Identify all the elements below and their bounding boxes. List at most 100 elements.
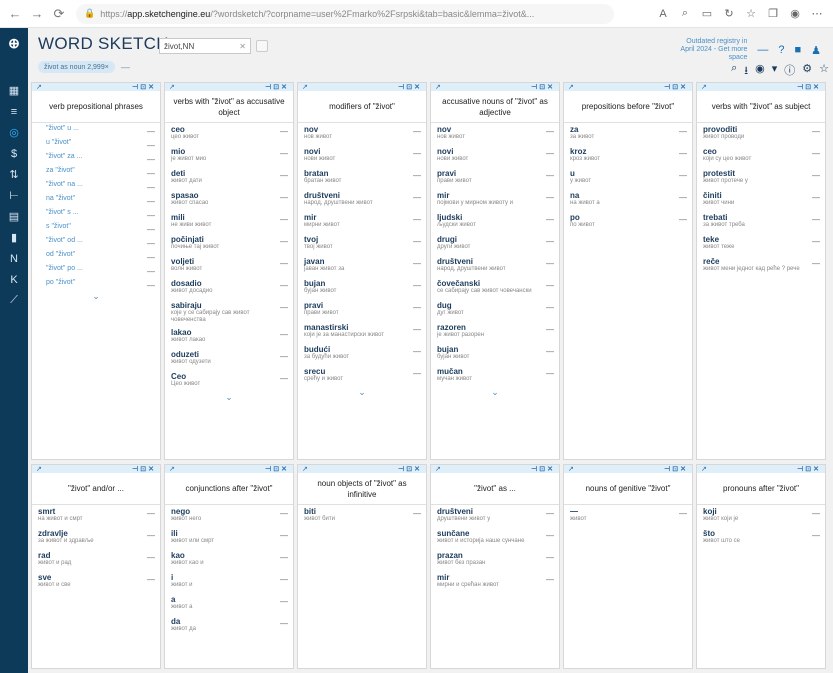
column-header[interactable]: "život" and/or ... <box>32 473 160 505</box>
collocation-row[interactable]: od "život" — <box>32 249 160 263</box>
bars-icon[interactable]: ▮ <box>0 227 28 248</box>
collocation-row[interactable]: razoren је живот разорен — <box>431 321 559 343</box>
collocate-word[interactable]: mir <box>437 191 545 200</box>
row-menu-icon[interactable]: — <box>679 509 687 518</box>
column-controls-icon[interactable]: ⊣⊡✕ <box>132 465 156 473</box>
collocate-word[interactable]: pravi <box>437 169 545 178</box>
collocate-word[interactable]: protestit <box>703 169 811 178</box>
collocation-row[interactable]: ili живот или смрт — <box>165 527 293 549</box>
row-menu-icon[interactable]: — <box>812 509 820 518</box>
collocate-word[interactable]: spasao <box>171 191 279 200</box>
row-menu-icon[interactable]: — <box>280 575 288 584</box>
column-controls-icon[interactable]: ⊣⊡✕ <box>664 83 688 91</box>
collocate-word[interactable]: ceo <box>171 125 279 134</box>
collocation-row[interactable]: mučan мучан живот — <box>431 365 559 387</box>
row-menu-icon[interactable]: — <box>280 171 288 180</box>
sort-icon[interactable]: ↗ <box>36 83 42 91</box>
row-menu-icon[interactable]: — <box>280 330 288 339</box>
collocation-row[interactable]: budući за будући живот — <box>298 343 426 365</box>
row-menu-icon[interactable]: — <box>280 303 288 312</box>
row-menu-icon[interactable]: — <box>280 597 288 606</box>
collections-icon[interactable]: ❐ <box>763 3 783 25</box>
collocate-word[interactable]: ljudski <box>437 213 545 222</box>
more-icon[interactable]: ⋯ <box>807 3 827 25</box>
collocate-word[interactable]: "život" na ... <box>46 181 146 188</box>
lemma-chip[interactable]: život as noun 2,999× <box>38 61 115 73</box>
row-menu-icon[interactable]: — <box>812 149 820 158</box>
row-menu-icon[interactable]: — <box>280 193 288 202</box>
collocation-row[interactable]: pravi прави живот — <box>431 167 559 189</box>
collocation-row[interactable]: drugi други живот — <box>431 233 559 255</box>
view-icon[interactable]: ◉ <box>755 62 765 81</box>
collocation-row[interactable]: oduzeti живот одузети — <box>165 348 293 370</box>
collocate-word[interactable]: lakao <box>171 328 279 337</box>
collocate-word[interactable]: na "život" <box>46 195 146 202</box>
row-menu-icon[interactable]: — <box>280 237 288 246</box>
collocate-word[interactable]: koji <box>703 507 811 516</box>
collocate-word[interactable]: sunčane <box>437 529 545 538</box>
collocate-word[interactable]: voljeti <box>171 257 279 266</box>
zoom-icon[interactable]: ⌕ <box>675 3 695 25</box>
show-more-icon[interactable]: ⌄ <box>165 392 293 406</box>
row-menu-icon[interactable]: — <box>546 259 554 268</box>
row-menu-icon[interactable]: — <box>679 215 687 224</box>
collocate-word[interactable]: "život" od ... <box>46 237 146 244</box>
collocation-row[interactable]: uу живот — <box>564 167 692 189</box>
collocate-word[interactable]: "život" po ... <box>46 265 146 272</box>
column-header[interactable]: verbs with "život" as subject <box>697 91 825 123</box>
row-menu-icon[interactable]: — <box>812 193 820 202</box>
collocate-word[interactable]: zdravlje <box>38 529 146 538</box>
collocate-word[interactable]: "život" za ... <box>46 153 146 160</box>
search-input[interactable]: život,NN ✕ <box>159 38 251 54</box>
collocate-word[interactable]: mio <box>171 147 279 156</box>
row-menu-icon[interactable]: — <box>280 259 288 268</box>
collocation-row[interactable]: trebati за живот треба — <box>697 211 825 233</box>
collocation-row[interactable]: ceo цео живот — <box>165 123 293 145</box>
collocation-row[interactable]: nego живот него — <box>165 505 293 527</box>
column-controls-icon[interactable]: ⊣⊡✕ <box>664 465 688 473</box>
collocate-word[interactable]: od "život" <box>46 251 146 258</box>
chart-icon[interactable]: ⟋ <box>0 290 28 311</box>
collocate-word[interactable]: društveni <box>437 257 545 266</box>
collocation-row[interactable]: nov нов живот — <box>431 123 559 145</box>
compare-icon[interactable]: ⊢ <box>0 185 28 206</box>
collocation-row[interactable]: i живот и — <box>165 571 293 593</box>
collocation-row[interactable]: u "život" — <box>32 137 160 151</box>
sort-icon[interactable]: ↗ <box>568 465 574 473</box>
collocation-row[interactable]: provoditi живот проводи — <box>697 123 825 145</box>
collocate-word[interactable]: na <box>570 191 678 200</box>
collocation-row[interactable]: prazan живот без празан — <box>431 549 559 571</box>
row-menu-icon[interactable]: — <box>413 259 421 268</box>
help-icon[interactable]: ? <box>778 44 784 56</box>
collocation-row[interactable]: biti живот бити — <box>298 505 426 527</box>
sort-icon[interactable]: ↗ <box>435 465 441 473</box>
row-menu-icon[interactable]: — <box>147 225 155 234</box>
collocate-word[interactable]: bujan <box>304 279 412 288</box>
row-menu-icon[interactable]: — <box>280 374 288 383</box>
collocate-word[interactable]: čovečanski <box>437 279 545 288</box>
row-menu-icon[interactable]: — <box>280 215 288 224</box>
row-menu-icon[interactable]: — <box>147 253 155 262</box>
collocate-word[interactable]: sabiraju <box>171 301 279 310</box>
collocate-word[interactable]: mučan <box>437 367 545 376</box>
row-menu-icon[interactable]: — <box>546 127 554 136</box>
row-menu-icon[interactable]: — <box>147 169 155 178</box>
column-header[interactable]: "život" as ... <box>431 473 559 505</box>
row-menu-icon[interactable]: — <box>413 171 421 180</box>
collocation-row[interactable]: mili не живи живот — <box>165 211 293 233</box>
collocate-word[interactable]: bujan <box>437 345 545 354</box>
row-menu-icon[interactable]: — <box>546 369 554 378</box>
column-controls-icon[interactable]: ⊣⊡✕ <box>797 465 821 473</box>
row-menu-icon[interactable]: — <box>546 215 554 224</box>
collocation-row[interactable]: mir мирни и срећан живот — <box>431 571 559 593</box>
collocation-row[interactable]: mir појмови у мирном животу и — <box>431 189 559 211</box>
column-header[interactable]: accusative nouns of "život" as adjective <box>431 91 559 123</box>
collocation-row[interactable]: bujan бујан живот — <box>298 277 426 299</box>
row-menu-icon[interactable]: — <box>679 149 687 158</box>
row-menu-icon[interactable]: — <box>546 575 554 584</box>
collocation-row[interactable]: a живот а — <box>165 593 293 615</box>
collocation-row[interactable]: nov нов живот — <box>298 123 426 145</box>
collocation-row[interactable]: dosadio живот досадио — <box>165 277 293 299</box>
keywords-icon[interactable]: K <box>0 269 28 290</box>
sort-icon[interactable]: ↗ <box>435 83 441 91</box>
